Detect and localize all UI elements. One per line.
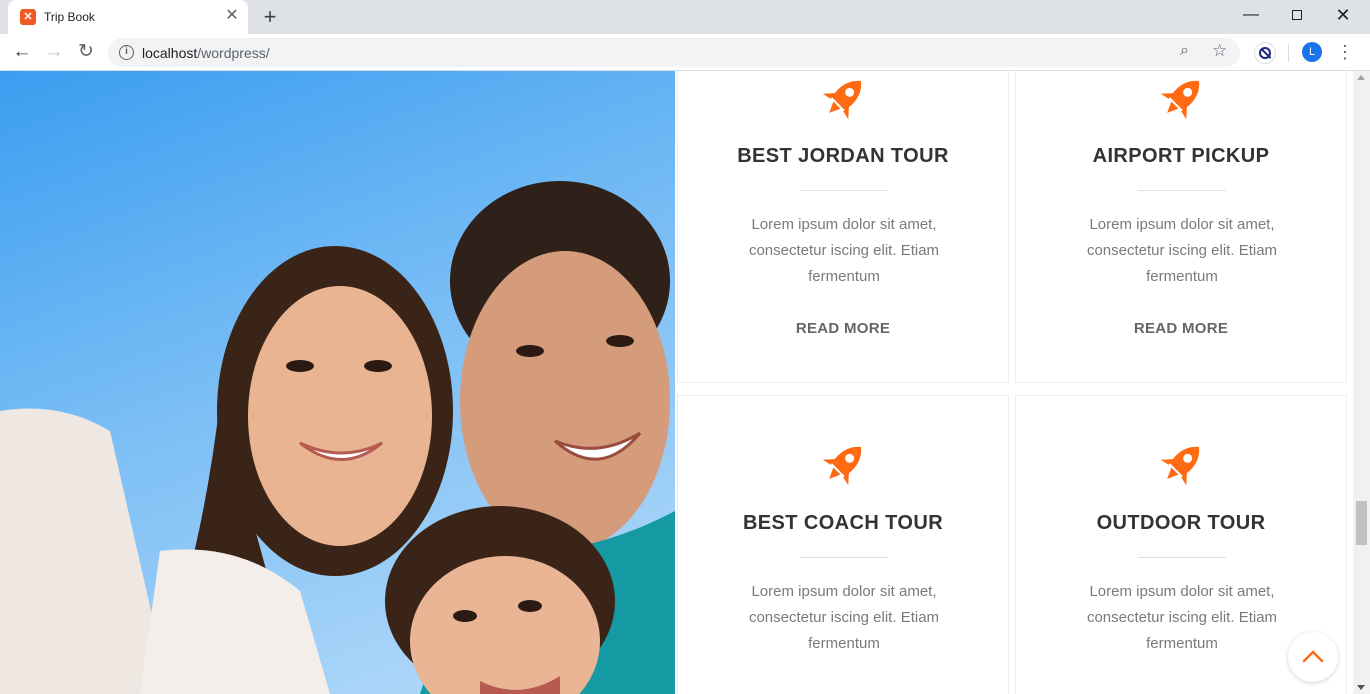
minimize-button[interactable]: — bbox=[1228, 0, 1274, 30]
family-illustration bbox=[0, 181, 675, 694]
rocket-icon bbox=[822, 446, 862, 486]
rocket-icon bbox=[822, 80, 862, 120]
read-more-link[interactable]: READ MORE bbox=[678, 320, 1008, 337]
scroll-up-arrow-icon[interactable] bbox=[1357, 75, 1365, 80]
service-card: BEST JORDAN TOUR Lorem ipsum dolor sit a… bbox=[677, 71, 1009, 383]
card-title: OUTDOOR TOUR bbox=[1096, 512, 1266, 534]
chevron-up-icon bbox=[1302, 650, 1324, 663]
read-more-link[interactable]: READ MORE bbox=[1016, 320, 1346, 337]
tab-strip: ✕ Trip Book ✕ + — ✕ bbox=[0, 0, 1370, 34]
card-title: AIRPORT PICKUP bbox=[1092, 145, 1270, 167]
bookmark-star-icon[interactable]: ☆ bbox=[1212, 41, 1227, 61]
title-divider bbox=[800, 190, 888, 191]
reload-button[interactable]: ↻ bbox=[74, 40, 98, 64]
zoom-icon[interactable]: ⌕ bbox=[1180, 42, 1189, 60]
service-card: BEST COACH TOUR Lorem ipsum dolor sit am… bbox=[677, 395, 1009, 694]
toolbar-separator bbox=[1288, 44, 1289, 62]
browser-toolbar: ← → ↻ i localhost/wordpress/ ⌕ ☆ L ⋮ bbox=[0, 34, 1370, 71]
card-description: Lorem ipsum dolor sit amet, consectetur … bbox=[1086, 583, 1278, 652]
rocket-icon bbox=[1160, 446, 1200, 486]
browser-tab[interactable]: ✕ Trip Book ✕ bbox=[8, 0, 248, 34]
card-title: BEST JORDAN TOUR bbox=[737, 145, 949, 167]
back-to-top-button[interactable] bbox=[1288, 632, 1338, 682]
scroll-down-arrow-icon[interactable] bbox=[1357, 685, 1365, 690]
close-window-button[interactable]: ✕ bbox=[1320, 0, 1366, 30]
profile-avatar[interactable]: L bbox=[1302, 42, 1322, 62]
page-viewport: BEST JORDAN TOUR Lorem ipsum dolor sit a… bbox=[0, 71, 1353, 694]
url-text[interactable]: localhost/wordpress/ bbox=[142, 45, 270, 61]
card-description: Lorem ipsum dolor sit amet, consectetur … bbox=[748, 216, 940, 285]
favicon-icon: ✕ bbox=[20, 9, 36, 25]
scroll-thumb[interactable] bbox=[1356, 501, 1367, 545]
card-description: Lorem ipsum dolor sit amet, consectetur … bbox=[1086, 216, 1278, 285]
page-scrollbar[interactable] bbox=[1353, 71, 1370, 694]
url-path: /wordpress/ bbox=[197, 45, 270, 61]
forward-button[interactable]: → bbox=[42, 40, 66, 64]
rocket-icon bbox=[1160, 80, 1200, 120]
address-bar[interactable]: i localhost/wordpress/ ⌕ ☆ bbox=[108, 38, 1240, 67]
blocker-extension-icon[interactable] bbox=[1254, 42, 1276, 64]
back-button[interactable]: ← bbox=[10, 40, 34, 64]
browser-menu-icon[interactable]: ⋮ bbox=[1336, 40, 1354, 64]
tab-close-icon[interactable]: ✕ bbox=[223, 7, 241, 25]
restore-button[interactable] bbox=[1274, 0, 1320, 30]
card-description: Lorem ipsum dolor sit amet, consectetur … bbox=[748, 583, 940, 652]
site-info-icon[interactable]: i bbox=[119, 45, 134, 60]
title-divider bbox=[1138, 190, 1226, 191]
title-divider bbox=[800, 557, 888, 558]
title-divider bbox=[1138, 557, 1226, 558]
url-host: localhost bbox=[142, 45, 198, 61]
new-tab-button[interactable]: + bbox=[258, 5, 282, 29]
tab-title: Trip Book bbox=[44, 10, 95, 24]
card-title: BEST COACH TOUR bbox=[742, 512, 944, 534]
family-photo bbox=[0, 71, 675, 694]
service-card: AIRPORT PICKUP Lorem ipsum dolor sit ame… bbox=[1015, 71, 1347, 383]
